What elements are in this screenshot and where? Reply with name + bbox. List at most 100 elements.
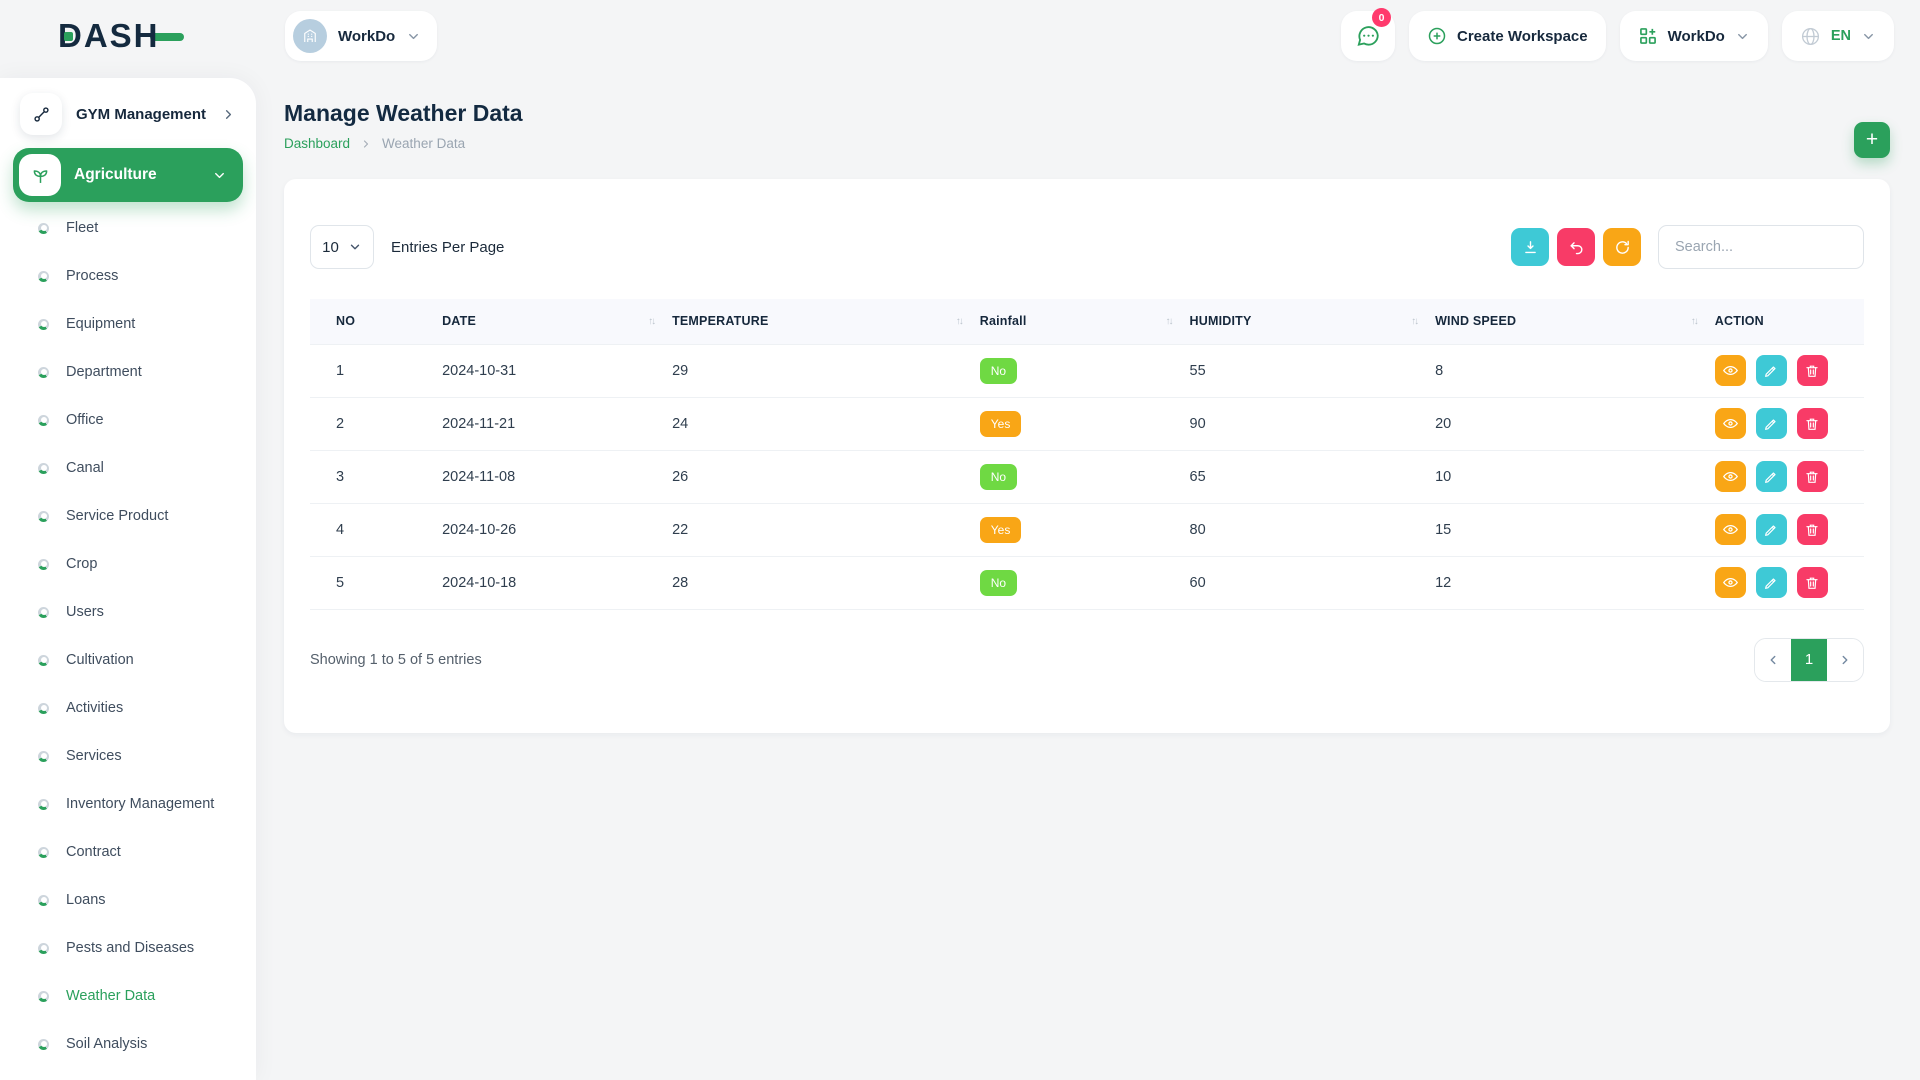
delete-button[interactable] [1796,355,1828,386]
breadcrumb-dashboard-link[interactable]: Dashboard [284,136,350,151]
cell-action [1714,450,1864,504]
workspace-switcher[interactable]: WorkDo [285,11,438,61]
workdo-menu-button[interactable]: WorkDo [1619,11,1768,61]
sidebar-item-soil-analysis[interactable]: Soil Analysis [0,1020,256,1068]
view-button[interactable] [1714,461,1746,492]
app-logo[interactable]: DASH [58,17,184,55]
cell-date: 2024-11-08 [442,450,673,504]
sort-icon[interactable]: ↑↓ [1166,316,1174,327]
sidebar-item-inventory-management[interactable]: Inventory Management [0,780,256,828]
sidebar-item-weather-data[interactable]: Weather Data [0,972,256,1020]
column-header-wind-speed[interactable]: WIND SPEED ↑↓ [1435,299,1715,345]
delete-button[interactable] [1796,567,1828,598]
undo-button[interactable] [1557,228,1595,266]
language-selector[interactable]: EN [1781,11,1894,61]
eye-icon [1722,524,1738,535]
edit-button[interactable] [1755,461,1787,492]
column-header-temperature[interactable]: TEMPERATURE ↑↓ [672,299,980,345]
sidebar-item-label: Users [66,604,104,620]
breadcrumb-current: Weather Data [382,136,466,151]
sidebar: GYM Management Agriculture Fleet Process… [0,78,256,1080]
cell-rainfall: Yes [979,397,1190,451]
cell-no: 5 [310,556,443,610]
view-button[interactable] [1714,408,1746,439]
cell-action [1714,556,1864,610]
cell-no: 1 [310,344,443,398]
sort-icon[interactable]: ↑↓ [1691,316,1699,327]
sidebar-item-canal[interactable]: Canal [0,444,256,492]
delete-button[interactable] [1796,514,1828,545]
sidebar-item-pests-and-diseases[interactable]: Pests and Diseases [0,924,256,972]
sidebar-item-label: Canal [66,460,104,476]
breadcrumb: Dashboard Weather Data [284,136,1890,151]
chevron-down-icon [406,29,421,44]
delete-button[interactable] [1796,461,1828,492]
trash-icon [1806,577,1818,589]
view-button[interactable] [1714,355,1746,386]
create-workspace-label: Create Workspace [1456,27,1588,45]
delete-button[interactable] [1796,408,1828,439]
bullet-icon [38,606,49,618]
column-header-action[interactable]: ACTION [1714,299,1864,345]
refresh-button[interactable] [1603,228,1641,266]
messages-button[interactable]: 0 [1340,8,1395,61]
sort-icon[interactable]: ↑↓ [1411,316,1419,327]
pencil-icon [1765,471,1776,483]
sidebar-item-gym-management[interactable]: GYM Management [14,92,242,136]
bullet-icon [38,414,49,426]
edit-button[interactable] [1755,408,1787,439]
sidebar-item-department[interactable]: Department [0,348,256,396]
column-header-humidity[interactable]: HUMIDITY ↑↓ [1189,299,1436,345]
create-workspace-button[interactable]: Create Workspace [1408,11,1606,61]
cell-humidity: 65 [1189,450,1436,504]
chevron-right-icon [360,138,372,150]
sidebar-item-users[interactable]: Users [0,588,256,636]
sidebar-item-loans[interactable]: Loans [0,876,256,924]
bullet-icon [38,558,49,570]
entries-per-page-select[interactable]: 10 [310,225,374,269]
language-code: EN [1830,28,1851,44]
add-record-button[interactable]: + [1854,122,1890,158]
bullet-icon [38,702,49,714]
topbar: DASH WorkDo 0 Create Workspace WorkDo EN [0,0,1920,72]
cell-humidity: 80 [1189,503,1436,557]
edit-button[interactable] [1755,567,1787,598]
sidebar-item-services[interactable]: Services [0,732,256,780]
sidebar-item-process[interactable]: Process [0,252,256,300]
cell-rainfall: Yes [979,503,1190,557]
sidebar-item-office[interactable]: Office [0,396,256,444]
next-page-button[interactable] [1827,638,1863,681]
table-row: 5 2024-10-18 28 No 60 12 [310,556,1864,610]
cell-wind-speed: 20 [1435,397,1715,451]
sidebar-module-agriculture[interactable]: Agriculture [13,148,243,202]
sidebar-item-crop[interactable]: Crop [0,540,256,588]
column-header-rainfall[interactable]: Rainfall ↑↓ [979,299,1190,345]
export-button[interactable] [1511,228,1549,266]
edit-button[interactable] [1755,355,1787,386]
previous-page-button[interactable] [1755,638,1791,681]
sidebar-item-contract[interactable]: Contract [0,828,256,876]
edit-button[interactable] [1755,514,1787,545]
search-input[interactable] [1658,225,1864,269]
building-icon [304,29,316,42]
column-header-no[interactable]: NO [310,299,443,345]
view-button[interactable] [1714,514,1746,545]
bullet-icon [38,462,49,474]
sort-icon[interactable]: ↑↓ [956,316,964,327]
sort-icon[interactable]: ↑↓ [648,316,656,327]
column-header-date[interactable]: DATE ↑↓ [442,299,673,345]
sidebar-item-fleet[interactable]: Fleet [0,204,256,252]
view-button[interactable] [1714,567,1746,598]
messages-count-badge: 0 [1371,8,1391,27]
sidebar-item-service-product[interactable]: Service Product [0,492,256,540]
page-number-button[interactable]: 1 [1791,638,1827,681]
logo-text: DASH [58,17,160,54]
sidebar-item-equipment[interactable]: Equipment [0,300,256,348]
sidebar-item-label: Contract [66,844,121,860]
sidebar-item-activities[interactable]: Activities [0,684,256,732]
chevron-left-icon [1770,655,1776,664]
bullet-icon [38,846,49,858]
cell-action [1714,503,1864,557]
sidebar-item-cultivation[interactable]: Cultivation [0,636,256,684]
sidebar-item-label: Process [66,268,119,284]
